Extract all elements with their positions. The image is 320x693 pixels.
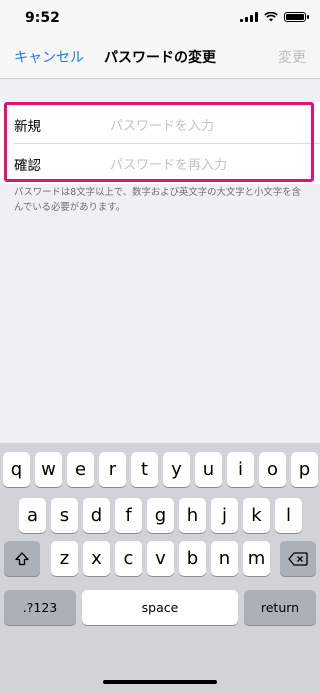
status-bar: 9:52 (0, 0, 320, 34)
key-k[interactable]: k (243, 498, 270, 533)
page-title: パスワードの変更 (104, 50, 216, 66)
shift-icon (15, 551, 29, 565)
key-i[interactable]: i (227, 452, 254, 487)
status-time: 9:52 (25, 10, 60, 26)
battery-icon (284, 12, 309, 22)
status-icons (240, 12, 309, 22)
key-f[interactable]: f (115, 498, 142, 533)
key-r[interactable]: r (99, 452, 126, 487)
key-c[interactable]: c (115, 541, 142, 576)
keyboard: qwertyuiop asdfghjkl zxcvbnm .?123 space… (0, 443, 320, 693)
shift-key[interactable] (4, 541, 40, 576)
key-u[interactable]: u (195, 452, 222, 487)
highlight-frame (4, 102, 314, 182)
home-indicator (103, 680, 217, 684)
return-key[interactable]: return (244, 590, 316, 625)
key-j[interactable]: j (211, 498, 238, 533)
key-v[interactable]: v (147, 541, 174, 576)
key-e[interactable]: e (67, 452, 94, 487)
key-g[interactable]: g (147, 498, 174, 533)
numbers-key[interactable]: .?123 (4, 590, 76, 625)
key-a[interactable]: a (19, 498, 46, 533)
key-p[interactable]: p (291, 452, 318, 487)
key-b[interactable]: b (179, 541, 206, 576)
key-q[interactable]: q (3, 452, 30, 487)
key-h[interactable]: h (179, 498, 206, 533)
delete-key[interactable] (280, 541, 316, 576)
key-w[interactable]: w (35, 452, 62, 487)
space-key[interactable]: space (82, 590, 238, 625)
change-button[interactable]: 変更 (278, 47, 306, 67)
key-n[interactable]: n (211, 541, 238, 576)
key-d[interactable]: d (83, 498, 110, 533)
key-z[interactable]: z (51, 541, 78, 576)
password-requirements-text: パスワードは8文字以上で、数字および英文字の大文字と小文字を含んでいる必要があり… (14, 187, 301, 213)
key-l[interactable]: l (275, 498, 302, 533)
key-m[interactable]: m (243, 541, 270, 576)
key-y[interactable]: y (163, 452, 190, 487)
cellular-signal-icon (240, 12, 258, 22)
key-x[interactable]: x (83, 541, 110, 576)
key-s[interactable]: s (51, 498, 78, 533)
navigation-bar: キャンセル パスワードの変更 変更 (0, 34, 320, 79)
wifi-icon (264, 12, 278, 22)
delete-icon (288, 551, 308, 566)
key-t[interactable]: t (131, 452, 158, 487)
key-o[interactable]: o (259, 452, 286, 487)
